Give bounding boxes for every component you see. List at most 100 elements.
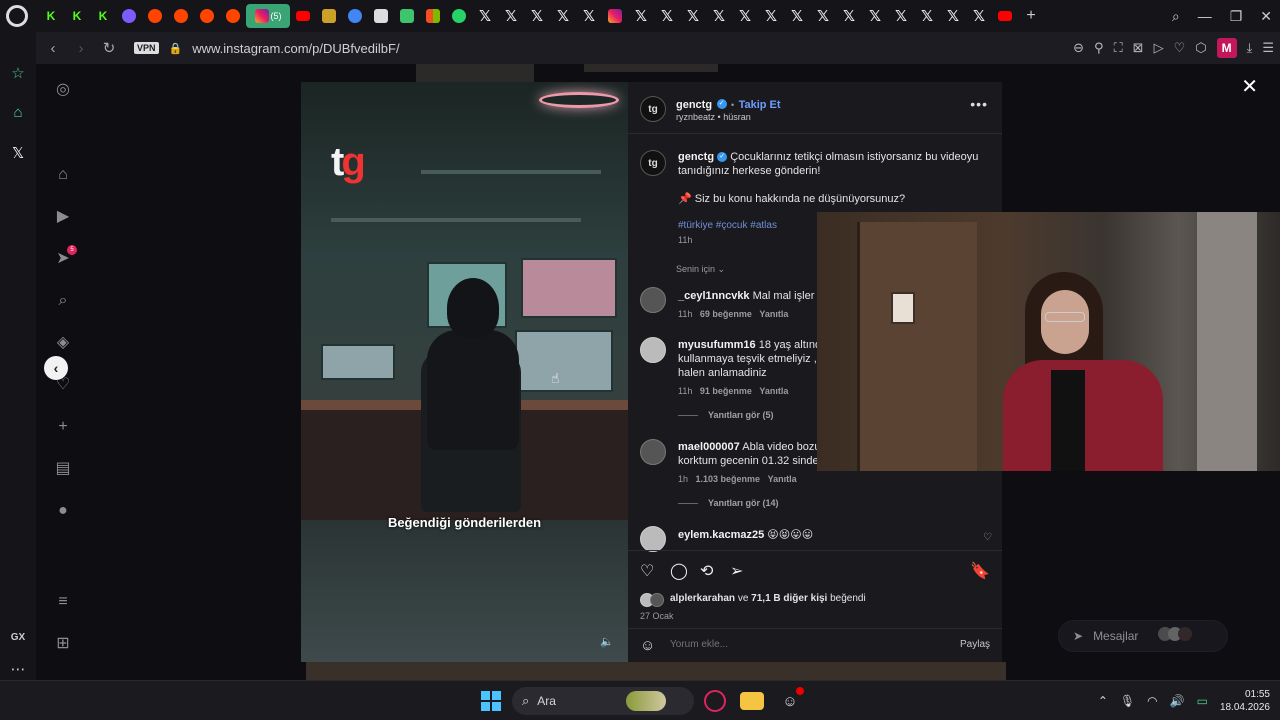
menu-icon[interactable]: ≡ xyxy=(53,592,73,612)
repost-icon[interactable]: ⟲ xyxy=(700,561,713,581)
tab-instagram-2[interactable] xyxy=(602,0,628,32)
wifi-icon[interactable]: ◠ xyxy=(1147,694,1157,708)
tab-chrome[interactable] xyxy=(342,0,368,32)
pin-icon[interactable]: ⚲ xyxy=(1094,40,1104,56)
tab-shield-1[interactable] xyxy=(368,0,394,32)
more-options-icon[interactable]: ••• xyxy=(970,96,988,112)
reply-button[interactable]: Yanıtla xyxy=(768,474,797,484)
search-tabs-icon[interactable]: ⌕ xyxy=(1172,8,1180,25)
tab-x-3[interactable]: 𝕏 xyxy=(524,0,550,32)
tab-microsoft[interactable] xyxy=(420,0,446,32)
comment-input[interactable] xyxy=(670,639,920,650)
tab-hex[interactable] xyxy=(316,0,342,32)
comment-avatar[interactable] xyxy=(640,526,666,552)
tab-x-9[interactable]: 𝕏 xyxy=(706,0,732,32)
tab-x-2[interactable]: 𝕏 xyxy=(498,0,524,32)
author-username[interactable]: genctg xyxy=(676,99,712,111)
tab-x-17[interactable]: 𝕏 xyxy=(914,0,940,32)
opera-gx-taskbar-icon[interactable] xyxy=(704,690,726,712)
comment-avatar[interactable] xyxy=(640,287,666,313)
comment-username[interactable]: myusufumm16 xyxy=(678,339,756,351)
like-comment-icon[interactable]: ♡ xyxy=(983,532,992,543)
url-field[interactable]: www.instagram.com/p/DUBfvedilbF/ xyxy=(192,41,399,56)
instagram-logo-icon[interactable]: ◎ xyxy=(53,80,73,100)
gx-corner-icon[interactable]: ⌂ xyxy=(8,104,28,124)
explore-icon[interactable]: ◈ xyxy=(53,333,73,353)
clock[interactable]: 01:55 18.04.2026 xyxy=(1220,688,1270,714)
comment-avatar[interactable] xyxy=(640,337,666,363)
caption-username[interactable]: genctg xyxy=(678,151,714,163)
more-apps-icon[interactable]: ⊞ xyxy=(53,634,73,654)
gx-label[interactable]: GX xyxy=(8,632,28,652)
save-bookmark-icon[interactable]: 🔖 xyxy=(970,561,990,581)
reload-icon[interactable]: ↻ xyxy=(98,39,120,57)
messages-pill[interactable]: ➤ Mesajlar xyxy=(1058,620,1228,652)
like-icon[interactable]: ♡ xyxy=(640,561,654,581)
caption-avatar[interactable]: tg xyxy=(640,150,666,176)
volume-icon[interactable]: 🔊 xyxy=(1170,694,1185,708)
vpn-badge[interactable]: VPN xyxy=(134,42,159,54)
tab-x-6[interactable]: 𝕏 xyxy=(628,0,654,32)
emoji-icon[interactable]: ☺ xyxy=(640,637,655,654)
tab-kick-1[interactable]: K xyxy=(38,0,64,32)
create-icon[interactable]: + xyxy=(53,417,73,437)
tab-instagram-active[interactable]: (5) xyxy=(246,4,290,28)
comment-username[interactable]: _ceyl1nncvkk xyxy=(678,290,750,302)
liked-by-user[interactable]: alplerkarahan xyxy=(670,593,735,604)
maximize-icon[interactable]: ❐ xyxy=(1230,8,1243,25)
tab-whatsapp[interactable] xyxy=(446,0,472,32)
shield-icon[interactable]: ⊠ xyxy=(1133,40,1144,56)
extensions-icon[interactable]: ⬡ xyxy=(1195,40,1206,56)
zoom-icon[interactable]: ⊖ xyxy=(1073,40,1084,56)
direct-icon[interactable]: ➤ 5 xyxy=(53,245,77,269)
tab-reddit-3[interactable] xyxy=(194,0,220,32)
view-replies-button[interactable]: Yanıtları gör (14) xyxy=(678,498,823,508)
comment-avatar[interactable] xyxy=(640,439,666,465)
easy-setup-icon[interactable]: ☰ xyxy=(1262,40,1274,56)
tab-reddit-4[interactable] xyxy=(220,0,246,32)
liked-by-others[interactable]: 71,1 B diğer kişi xyxy=(751,593,827,604)
follow-button[interactable]: Takip Et xyxy=(739,99,781,111)
tab-x-10[interactable]: 𝕏 xyxy=(732,0,758,32)
tab-reddit-2[interactable] xyxy=(168,0,194,32)
star-icon[interactable]: ☆ xyxy=(8,64,28,84)
comment-sort[interactable]: Senin için ⌄ xyxy=(676,264,725,275)
tab-shield-2[interactable] xyxy=(394,0,420,32)
tab-x-1[interactable]: 𝕏 xyxy=(472,0,498,32)
profile-icon[interactable]: ● xyxy=(53,501,73,521)
bookmark-heart-icon[interactable]: ♡ xyxy=(1174,40,1186,56)
tab-x-16[interactable]: 𝕏 xyxy=(888,0,914,32)
tab-x-18[interactable]: 𝕏 xyxy=(940,0,966,32)
snapshot-icon[interactable]: ⛶ xyxy=(1114,40,1123,56)
tab-kick-2[interactable]: K xyxy=(64,0,90,32)
reply-button[interactable]: Yanıtla xyxy=(759,309,788,319)
x-sidebar-icon[interactable]: 𝕏 xyxy=(8,144,28,164)
tab-x-13[interactable]: 𝕏 xyxy=(810,0,836,32)
reply-button[interactable]: Yanıtla xyxy=(759,386,788,396)
comment-likes[interactable]: 91 beğenme xyxy=(700,386,752,396)
tab-x-12[interactable]: 𝕏 xyxy=(784,0,810,32)
download-icon[interactable]: ⤓ xyxy=(1247,40,1253,56)
comment-likes[interactable]: 1.103 beğenme xyxy=(696,474,761,484)
search-icon[interactable]: ⌕ xyxy=(53,291,73,311)
file-explorer-icon[interactable] xyxy=(740,692,764,710)
comment-likes[interactable]: 69 beğenme xyxy=(700,309,752,319)
author-avatar[interactable]: tg xyxy=(640,96,666,122)
dashboard-icon[interactable]: ▤ xyxy=(53,459,73,479)
tab-reddit-1[interactable] xyxy=(142,0,168,32)
opera-gx-logo-icon[interactable] xyxy=(6,5,28,27)
profile-avatar[interactable]: M xyxy=(1216,38,1237,58)
microphone-icon[interactable]: 🎙 xyxy=(1120,694,1135,708)
comment-username[interactable]: mael000007 xyxy=(678,441,740,453)
view-replies-button[interactable]: Yanıtları gör (5) xyxy=(678,410,830,420)
app-icon-with-badge[interactable]: ☺ xyxy=(778,687,804,713)
tab-x-11[interactable]: 𝕏 xyxy=(758,0,784,32)
comment-icon[interactable]: ◯ xyxy=(670,561,688,581)
tab-x-4[interactable]: 𝕏 xyxy=(550,0,576,32)
new-tab-button[interactable]: + xyxy=(1018,0,1044,32)
tab-x-14[interactable]: 𝕏 xyxy=(836,0,862,32)
audio-track[interactable]: hüsran xyxy=(723,112,751,122)
tab-x-7[interactable]: 𝕏 xyxy=(654,0,680,32)
battery-icon[interactable]: ▭ xyxy=(1197,694,1208,708)
tab-youtube-1[interactable] xyxy=(290,0,316,32)
